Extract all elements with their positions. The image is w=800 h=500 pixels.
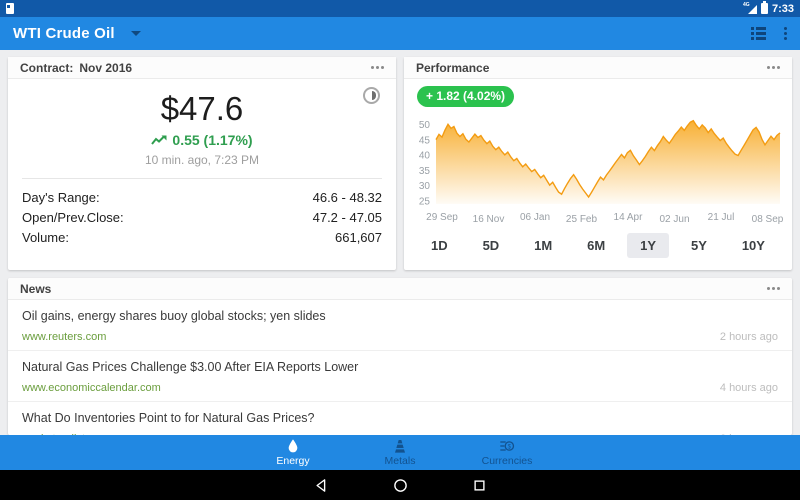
contract-overflow-icon[interactable] bbox=[371, 62, 384, 73]
overflow-menu-icon[interactable] bbox=[784, 27, 787, 40]
svg-text:35: 35 bbox=[419, 166, 431, 177]
news-card: News Oil gains, energy shares buoy globa… bbox=[8, 278, 792, 435]
days-range-row: Day's Range:46.6 - 48.32 bbox=[22, 187, 382, 207]
svg-text:21 Jul: 21 Jul bbox=[708, 212, 735, 223]
news-timestamp: 2 hours ago bbox=[720, 331, 778, 343]
svg-text:14 Apr: 14 Apr bbox=[614, 212, 644, 223]
price-change: 0.55 (1.17%) bbox=[8, 132, 396, 148]
tab-energy[interactable]: Energy bbox=[240, 438, 347, 467]
range-5d-button[interactable]: 5D bbox=[470, 233, 513, 258]
performance-overflow-icon[interactable] bbox=[767, 62, 780, 73]
recents-button[interactable] bbox=[466, 474, 492, 496]
contract-card-header: Contract: Nov 2016 bbox=[8, 57, 396, 79]
oil-drop-icon bbox=[285, 438, 301, 454]
range-1m-button[interactable]: 1M bbox=[521, 233, 565, 258]
clock: 7:33 bbox=[772, 3, 794, 15]
range-1d-button[interactable]: 1D bbox=[418, 233, 461, 258]
back-button[interactable] bbox=[308, 474, 334, 496]
svg-text:08 Sep: 08 Sep bbox=[752, 214, 784, 225]
svg-text:30: 30 bbox=[419, 181, 431, 192]
performance-title: Performance bbox=[416, 61, 489, 75]
contract-label: Contract: bbox=[20, 61, 73, 75]
last-updated: 10 min. ago, 7:23 PM bbox=[8, 153, 396, 167]
volume-row: Volume:661,607 bbox=[22, 227, 382, 247]
range-6m-button[interactable]: 6M bbox=[574, 233, 618, 258]
battery-icon bbox=[761, 3, 768, 14]
performance-chart[interactable]: 25 30 35 40 45 50 29 Sep 16 Nov 06 Jan 25 Feb 14 A… bbox=[408, 112, 788, 230]
main-content: Contract: Nov 2016 $47.6 0.55 (1.17%) 10… bbox=[0, 50, 800, 435]
back-icon bbox=[314, 478, 329, 493]
range-5y-button[interactable]: 5Y bbox=[678, 233, 720, 258]
contract-card: Contract: Nov 2016 $47.6 0.55 (1.17%) 10… bbox=[8, 57, 396, 270]
bottom-tab-bar: Energy Metals $ Currencies bbox=[0, 435, 800, 470]
svg-text:16 Nov: 16 Nov bbox=[473, 214, 505, 225]
notification-icon bbox=[6, 3, 14, 14]
last-price: $47.6 bbox=[8, 91, 396, 127]
news-headline: Oil gains, energy shares buoy global sto… bbox=[22, 309, 778, 323]
trending-up-icon bbox=[151, 135, 167, 146]
news-overflow-icon[interactable] bbox=[767, 283, 780, 294]
svg-text:25 Feb: 25 Feb bbox=[566, 214, 598, 225]
app-bar: WTI Crude Oil bbox=[0, 17, 800, 50]
news-item[interactable]: Oil gains, energy shares buoy global sto… bbox=[8, 300, 792, 351]
contract-month: Nov 2016 bbox=[79, 61, 132, 75]
android-nav-bar bbox=[0, 470, 800, 500]
contrast-icon[interactable] bbox=[363, 87, 380, 104]
open-prev-close-row: Open/Prev.Close:47.2 - 47.05 bbox=[22, 207, 382, 227]
svg-text:06 Jan: 06 Jan bbox=[520, 212, 550, 223]
svg-text:29 Sep: 29 Sep bbox=[426, 212, 458, 223]
range-10y-button[interactable]: 10Y bbox=[729, 233, 778, 258]
range-1y-button[interactable]: 1Y bbox=[627, 233, 669, 258]
status-bar: 4G 7:33 bbox=[0, 0, 800, 17]
news-source[interactable]: www.reuters.com bbox=[22, 331, 106, 343]
svg-text:45: 45 bbox=[419, 135, 431, 146]
news-headline: Natural Gas Prices Challenge $3.00 After… bbox=[22, 360, 778, 374]
svg-text:50: 50 bbox=[419, 120, 431, 131]
performance-card: Performance + 1.82 (4.02%) 2530354045502… bbox=[404, 57, 792, 270]
currency-coin-icon: $ bbox=[499, 438, 515, 454]
news-timestamp: 4 hours ago bbox=[720, 382, 778, 394]
svg-text:40: 40 bbox=[419, 151, 431, 162]
news-headline: What Do Inventories Point to for Natural… bbox=[22, 411, 778, 425]
tab-currencies[interactable]: $ Currencies bbox=[454, 438, 561, 467]
news-source[interactable]: www.economiccalendar.com bbox=[22, 382, 161, 394]
news-item[interactable]: What Do Inventories Point to for Natural… bbox=[8, 402, 792, 435]
svg-text:25: 25 bbox=[419, 196, 431, 207]
page-title[interactable]: WTI Crude Oil bbox=[13, 25, 115, 42]
cell-signal-icon: 4G bbox=[744, 3, 757, 14]
chevron-down-icon[interactable] bbox=[131, 31, 141, 36]
range-selector: 1D 5D 1M 6M 1Y 5Y 10Y bbox=[418, 233, 778, 258]
news-title: News bbox=[20, 282, 51, 296]
recents-icon bbox=[472, 478, 487, 493]
performance-change-badge: + 1.82 (4.02%) bbox=[417, 86, 514, 107]
tab-metals[interactable]: Metals bbox=[347, 438, 454, 467]
performance-card-header: Performance bbox=[404, 57, 792, 79]
news-item[interactable]: Natural Gas Prices Challenge $3.00 After… bbox=[8, 351, 792, 402]
svg-text:02 Jun: 02 Jun bbox=[659, 214, 689, 225]
news-card-header: News bbox=[8, 278, 792, 300]
price-block: $47.6 0.55 (1.17%) 10 min. ago, 7:23 PM bbox=[8, 79, 396, 167]
home-icon bbox=[393, 478, 408, 493]
home-button[interactable] bbox=[387, 474, 413, 496]
metal-ingots-icon bbox=[392, 438, 408, 454]
view-list-icon[interactable] bbox=[751, 27, 766, 40]
